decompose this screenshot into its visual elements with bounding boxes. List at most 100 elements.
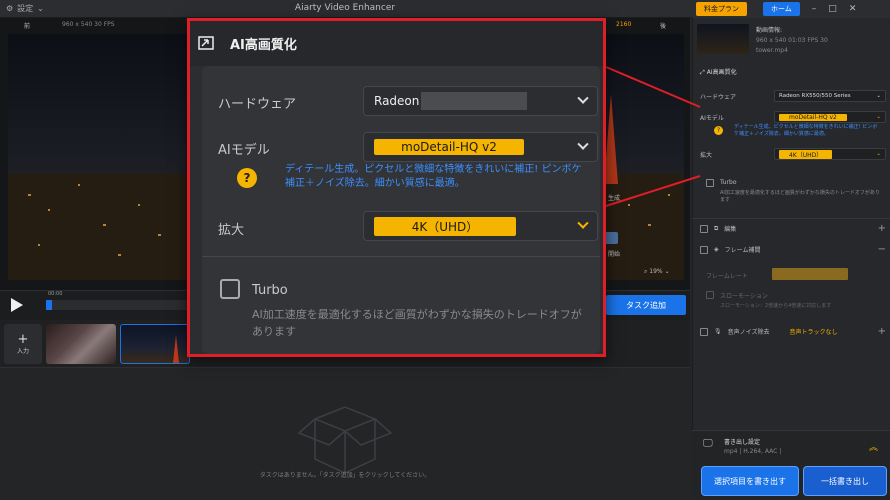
export-settings-label[interactable]: 書き出し設定 — [724, 437, 760, 446]
timestamp: 00:00 — [48, 291, 63, 297]
enhance-icon — [198, 35, 214, 50]
edit-icon: ⧉ — [714, 224, 719, 232]
plus-icon: + — [17, 332, 29, 347]
ai-model-label: AIモデル — [218, 143, 270, 158]
panel-model-select[interactable]: moDetail-HQ v2 ⌄ — [774, 111, 886, 123]
slowmo-label: スローモーション — [720, 293, 768, 300]
noise-section-row[interactable]: 🎙 音声ノイズ除去 音声トラックなし + — [700, 326, 886, 337]
divider — [202, 256, 600, 257]
panel-turbo-checkbox[interactable] — [706, 179, 714, 187]
redacted-block — [421, 92, 528, 110]
edit-label: 編集 — [724, 226, 737, 233]
hardware-value: Radeon — [374, 94, 420, 108]
settings-menu[interactable]: ⚙ 設定 ⌄ — [6, 3, 44, 14]
panel-model-label: AIモデル — [700, 114, 724, 122]
chevron-down-icon: ⌄ — [876, 93, 881, 99]
panel-turbo-desc: AI加工速度を最適化するほど画質がわずかな損失のトレードオフがあります — [720, 190, 880, 203]
after-label: 後 — [660, 23, 667, 30]
frame-checkbox[interactable] — [700, 245, 708, 254]
help-icon[interactable]: ? — [237, 168, 257, 188]
collapse-minus-icon[interactable]: − — [878, 244, 886, 255]
empty-box-icon — [297, 406, 393, 474]
ai-model-select[interactable]: moDetail-HQ v2 — [363, 132, 598, 162]
divider — [692, 218, 890, 219]
minimize-icon[interactable]: – — [812, 4, 817, 14]
turbo-label: Turbo — [252, 283, 288, 298]
chevron-down-icon: ⌄ — [876, 114, 881, 120]
zoom-icon: ⌕ — [644, 268, 648, 275]
add-input-button[interactable]: + 入力 — [4, 324, 42, 364]
noise-value: 音声トラックなし — [789, 329, 838, 336]
panel-scale-select[interactable]: 4K（UHD） ⌄ — [774, 148, 886, 160]
panel-model-value: moDetail-HQ v2 — [779, 113, 847, 121]
panel-hw-select[interactable]: Radeon RX550/550 Series ⌄ — [774, 90, 886, 102]
scale-select[interactable]: 4K（UHD） — [363, 211, 598, 241]
compare-toggle[interactable] — [604, 232, 618, 244]
chevron-down-icon: ⌄ — [664, 268, 670, 275]
empty-task-message: タスクはありません。「タスク追加」をクリックしてください。 — [259, 472, 431, 479]
hardware-select[interactable]: Radeon — [363, 86, 598, 116]
tower-thumbnail-image — [173, 335, 179, 363]
panel-turbo-label: Turbo — [720, 179, 737, 186]
scale-label: 拡大 — [218, 223, 245, 238]
window-title: Aiarty Video Enhancer — [294, 3, 396, 13]
close-icon[interactable]: ✕ — [849, 4, 857, 14]
expand-plus-icon[interactable]: + — [878, 223, 886, 234]
before-label: 前 — [24, 23, 31, 30]
slowmo-checkbox[interactable] — [706, 291, 714, 299]
panel-model-hint: ディテール生成。ピクセルと微細な特徴をきれいに補正! ピンボケ補正＋ノイズ除去。… — [734, 124, 878, 137]
enhance-icon: ⤢ — [700, 69, 707, 76]
plan-button[interactable]: 料金プラン — [696, 2, 747, 16]
video-thumbnail — [697, 24, 749, 54]
panel-scale-value: 4K（UHD） — [779, 149, 833, 159]
callout-title: AI高画質化 — [230, 38, 297, 53]
frame-section-row[interactable]: ◈ フレーム補間 − — [700, 244, 886, 255]
task-list-area — [0, 369, 690, 500]
edit-checkbox[interactable] — [700, 224, 708, 233]
zoom-control[interactable]: ⌕ 19% ⌄ — [644, 268, 670, 276]
play-button[interactable] — [8, 296, 24, 314]
video-info-resolution: 960 x 540 01:03 FPS 30 — [756, 37, 828, 44]
panel-scale-label: 拡大 — [700, 151, 713, 159]
help-icon[interactable]: ? — [714, 126, 723, 135]
panel-hw-value: Radeon RX550/550 Series — [779, 93, 851, 99]
chevron-down-icon — [577, 138, 589, 150]
add-task-button[interactable]: タスク追加 — [606, 295, 686, 315]
microphone-icon: 🎙 — [714, 328, 722, 335]
slowmo-desc: スローモーション：2倍速から4倍速に対応します — [720, 303, 832, 309]
chevron-down-icon — [577, 217, 589, 229]
clip-thumbnail[interactable] — [46, 324, 116, 364]
video-info-label: 960 x 540 30 FPS — [62, 21, 115, 28]
edit-section-row[interactable]: ⧉ 編集 + — [700, 223, 886, 234]
expand-plus-icon[interactable]: + — [878, 326, 886, 337]
turbo-description: AI加工速度を最適化するほど画質がわずかな損失のトレードオフがあります — [252, 308, 582, 338]
export-settings-icon: 🖵 — [703, 438, 713, 449]
export-all-button[interactable]: 一括書き出し — [803, 466, 887, 496]
home-button[interactable]: ホーム — [763, 2, 800, 16]
clip-thumbnail-selected[interactable] — [120, 324, 190, 364]
add-input-label: 入力 — [16, 348, 29, 355]
noise-label: 音声ノイズ除去 — [727, 329, 770, 336]
chevron-down-icon: ⌄ — [876, 151, 881, 157]
noise-checkbox[interactable] — [700, 327, 708, 336]
panel-ai-title-label: AI高画質化 — [706, 69, 737, 76]
chevron-down-icon: ⌄ — [37, 4, 44, 13]
top-right-bar: 料金プラン ホーム – □ ✕ — [692, 0, 890, 18]
scale-value: 4K（UHD） — [374, 216, 516, 236]
side-label-start: 開始 — [608, 251, 621, 258]
frame-rate-select[interactable] — [772, 268, 848, 280]
export-selected-button[interactable]: 選択項目を書き出す — [701, 466, 799, 496]
play-icon — [11, 298, 23, 312]
frame-label: フレーム補間 — [724, 247, 761, 254]
turbo-checkbox[interactable] — [220, 279, 240, 299]
video-info-file: tower.mp4 — [756, 47, 788, 54]
settings-label: 設定 — [17, 4, 34, 13]
panel-hw-label: ハードウェア — [700, 93, 737, 101]
resolution-tag: 2160 — [616, 21, 632, 28]
gear-icon: ⚙ — [6, 4, 14, 13]
timeline-progress — [46, 300, 52, 310]
ai-model-hint: ディテール生成。ピクセルと微細な特徴をきれいに補正! ピンボケ補正＋ノイズ除去。… — [285, 164, 582, 189]
chevron-up-icon[interactable]: ︽ — [869, 440, 878, 453]
maximize-icon[interactable]: □ — [828, 4, 837, 14]
hardware-label: ハードウェア — [218, 97, 297, 112]
